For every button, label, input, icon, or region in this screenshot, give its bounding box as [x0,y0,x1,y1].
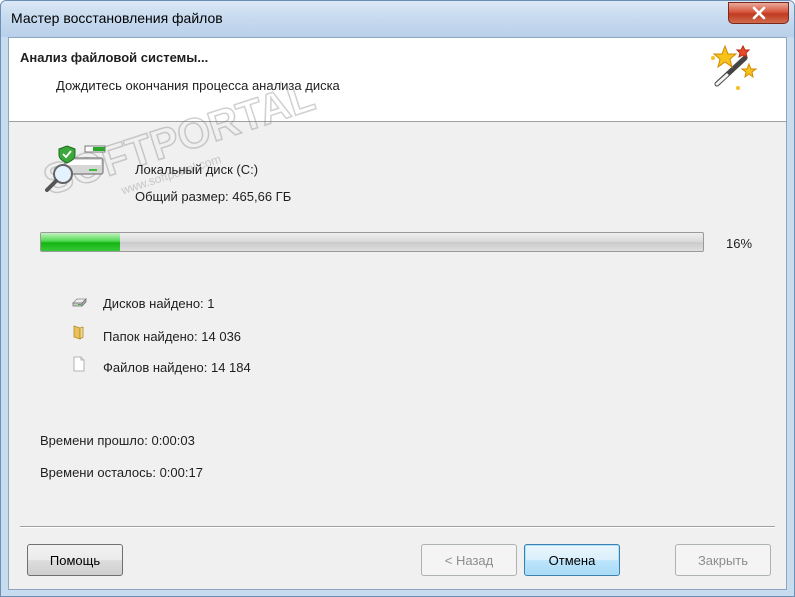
folder-icon [73,325,84,340]
footer-divider [20,526,775,528]
disk-total-size: Общий размер: 465,66 ГБ [135,189,292,204]
time-remaining: Времени осталось: 0:00:17 [40,465,203,480]
recovery-wizard-window: Мастер восстановления файлов Анализ файл… [0,0,795,597]
files-found: Файлов найдено: 14 184 [103,360,251,375]
page-subtitle: Дождитесь окончания процесса анализа дис… [56,78,340,93]
help-button[interactable]: Помощь [27,544,123,576]
title-bar[interactable]: Мастер восстановления файлов [1,1,794,37]
disk-name: Локальный диск (C:) [135,162,259,177]
folders-found: Папок найдено: 14 036 [103,329,242,344]
time-elapsed: Времени прошло: 0:00:03 [40,433,195,448]
page-title: Анализ файловой системы... [20,50,209,65]
back-button[interactable]: < Назад [421,544,517,576]
disks-found: Дисков найдено: 1 [103,296,215,311]
wizard-header: Анализ файловой системы... Дождитесь око… [9,38,786,122]
close-icon [752,6,765,20]
progress-fill [41,233,121,251]
cancel-button[interactable]: Отмена [524,544,620,576]
progress-percent: 16% [726,236,753,251]
close-button[interactable]: Закрыть [675,544,771,576]
magic-wand-icon [711,44,758,90]
disk-scan-icon [45,145,106,192]
window-close-button[interactable] [728,2,789,24]
analysis-progress-bar [40,232,704,252]
file-icon [73,356,85,372]
wizard-client-area: Анализ файловой системы... Дождитесь око… [8,37,787,590]
drive-icon [72,298,87,307]
window-title: Мастер восстановления файлов [11,10,223,26]
